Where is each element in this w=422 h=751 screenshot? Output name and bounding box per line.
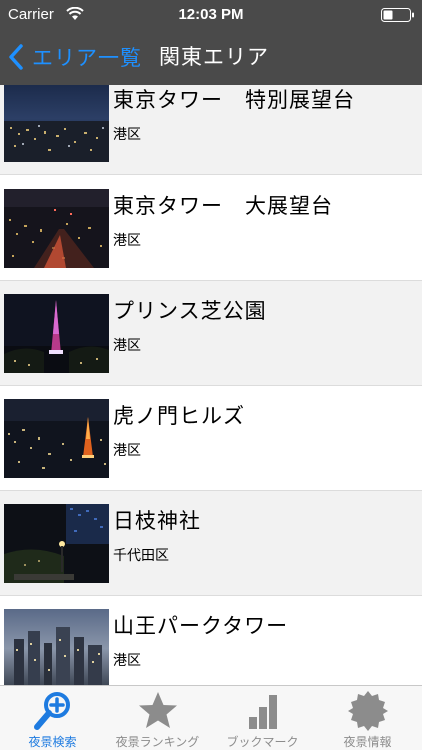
battery-icon (381, 8, 414, 22)
list-item[interactable]: プリンス芝公園 港区 (0, 281, 422, 386)
spot-name: 東京タワー 大展望台 (113, 194, 333, 218)
bar-chart-icon (248, 695, 277, 729)
spot-name: 東京タワー 特別展望台 (113, 88, 355, 112)
list-item[interactable]: 東京タワー 特別展望台 港区 (0, 85, 422, 175)
spot-thumbnail (4, 294, 109, 373)
spot-name: 山王パークタワー (113, 614, 289, 638)
tab-night-view-info[interactable]: 夜景情報 (315, 686, 420, 751)
spot-thumbnail (4, 504, 109, 583)
spot-thumbnail (4, 399, 109, 478)
spot-name: 日枝神社 (113, 509, 201, 533)
spot-thumbnail (4, 189, 109, 268)
list-item[interactable]: 山王パークタワー 港区 (0, 596, 422, 685)
tab-bar: 夜景検索 夜景ランキング ブックマーク 夜景情報 (0, 685, 422, 750)
gear-badge-icon (347, 691, 388, 731)
spot-area: 港区 (113, 233, 141, 249)
list-item[interactable]: 虎ノ門ヒルズ 港区 (0, 386, 422, 491)
row-divider (0, 174, 422, 175)
tab-label: 夜景情報 (343, 735, 392, 749)
status-time: 12:03 PM (178, 6, 244, 23)
spot-thumbnail (4, 85, 109, 162)
list-item[interactable]: 東京タワー 大展望台 港区 (0, 176, 422, 281)
navigation-bar: エリア一覧 関東エリア (0, 30, 422, 85)
spot-area: 港区 (113, 127, 141, 143)
status-bar: Carrier 12:03 PM (0, 0, 422, 30)
tab-night-view-ranking[interactable]: 夜景ランキング (105, 686, 210, 751)
tab-bookmark[interactable]: ブックマーク (210, 686, 315, 751)
spot-area: 千代田区 (113, 548, 169, 564)
spot-name: 虎ノ門ヒルズ (113, 404, 245, 428)
spot-area: 港区 (113, 653, 141, 669)
back-button[interactable]: エリア一覧 (6, 40, 142, 74)
tab-label: ブックマーク (226, 735, 299, 749)
tab-label: 夜景ランキング (115, 735, 200, 749)
spot-area: 港区 (113, 338, 141, 354)
spot-area: 港区 (113, 443, 141, 459)
spot-thumbnail (4, 609, 109, 685)
list-item[interactable]: 日枝神社 千代田区 (0, 491, 422, 596)
tab-night-view-search[interactable]: 夜景検索 (0, 686, 105, 751)
back-button-label: エリア一覧 (32, 46, 142, 70)
star-icon (138, 692, 177, 728)
spot-list[interactable]: 東京タワー 特別展望台 港区 東京タワー 大展望台 港区 プリンス芝公園 港区 … (0, 85, 422, 685)
tab-label: 夜景検索 (28, 735, 77, 749)
spot-name: プリンス芝公園 (113, 299, 267, 323)
magnifier-plus-icon (33, 692, 70, 730)
chevron-left-icon (9, 44, 23, 70)
page-title: 関東エリア (159, 45, 269, 69)
